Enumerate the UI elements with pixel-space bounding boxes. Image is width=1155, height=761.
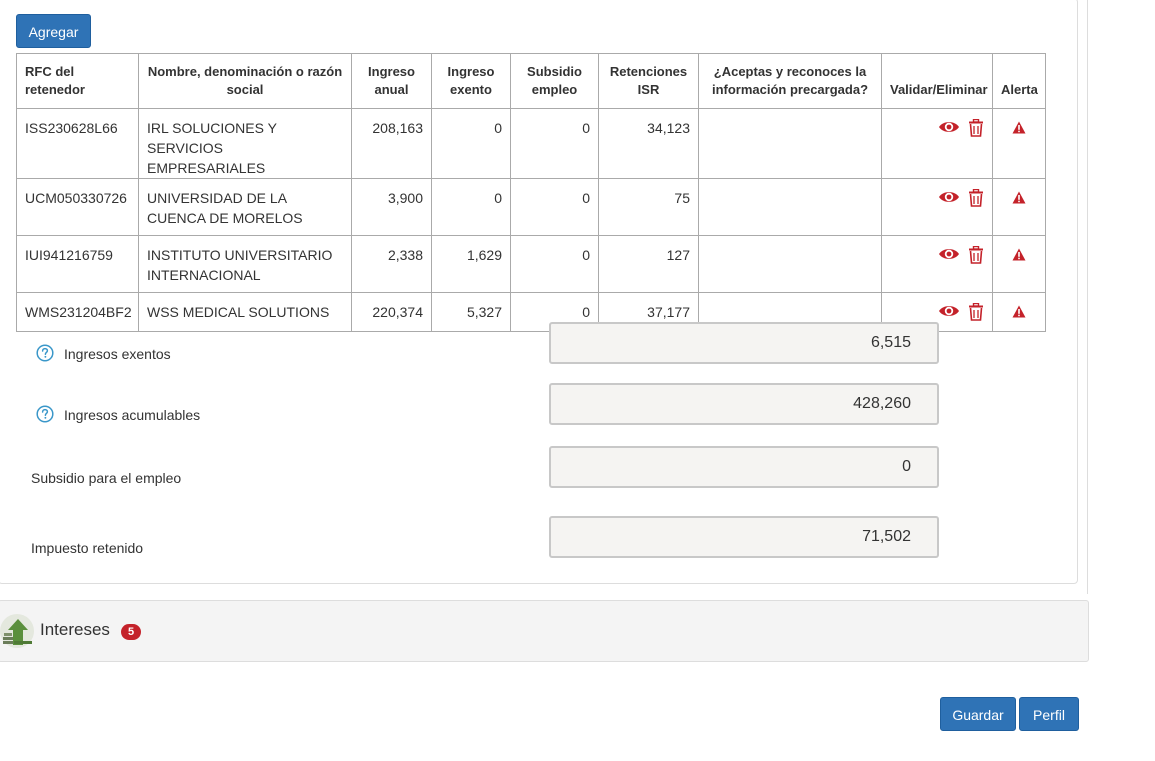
cell-acepta[interactable] <box>698 235 882 293</box>
cell-alert <box>992 292 1046 332</box>
panel-border <box>1087 0 1088 594</box>
cell-rfc: IUI941216759 <box>16 235 139 293</box>
ingresos-acumulables-field: 428,260 <box>549 383 939 425</box>
impuesto-retenido-label: Impuesto retenido <box>31 540 144 556</box>
add-button[interactable]: Agregar <box>16 14 91 48</box>
header-retenciones: Retenciones ISR <box>598 53 699 109</box>
trash-icon[interactable] <box>968 245 984 269</box>
cell-nombre: WSS MEDICAL SOLUTIONS <box>138 292 352 332</box>
cell-alert <box>992 178 1046 236</box>
cell-ingreso-anual: 220,374 <box>351 292 432 332</box>
cell-ingreso-anual: 3,900 <box>351 178 432 236</box>
eye-icon[interactable] <box>938 303 960 324</box>
ingresos-acumulables-label: Ingresos acumulables <box>64 407 201 423</box>
cell-actions <box>881 235 993 293</box>
warning-icon[interactable] <box>1012 189 1026 209</box>
header-validar: Validar/Eliminar <box>881 53 993 109</box>
help-circle-icon[interactable] <box>36 405 54 423</box>
table-row: ISS230628L66 IRL SOLUCIONES Y SERVICIOS … <box>16 108 1046 179</box>
save-button[interactable]: Guardar <box>940 697 1016 731</box>
intereses-section-header[interactable]: Intereses 5 <box>0 600 1089 662</box>
header-ingreso-exento: Ingreso exento <box>431 53 511 109</box>
cell-subsidio: 0 <box>510 108 599 179</box>
subsidio-empleo-label: Subsidio para el empleo <box>31 470 182 486</box>
eye-icon[interactable] <box>938 119 960 140</box>
cell-retenciones: 75 <box>598 178 699 236</box>
cell-ingreso-exento: 0 <box>431 178 511 236</box>
cell-nombre: INSTITUTO UNIVERSITARIO INTERNACIONAL <box>138 235 352 293</box>
cell-nombre: IRL SOLUCIONES Y SERVICIOS EMPRESARIALES <box>138 108 352 179</box>
cell-rfc: UCM050330726 <box>16 178 139 236</box>
cell-rfc: ISS230628L66 <box>16 108 139 179</box>
cell-nombre: UNIVERSIDAD DE LA CUENCA DE MORELOS <box>138 178 352 236</box>
warning-icon[interactable] <box>1012 246 1026 266</box>
cell-actions <box>881 178 993 236</box>
cell-rfc: WMS231204BF2 <box>16 292 139 332</box>
profile-button[interactable]: Perfil <box>1019 697 1079 731</box>
eye-icon[interactable] <box>938 189 960 210</box>
intereses-count-badge: 5 <box>121 624 141 640</box>
table-header-row: RFC del retenedor Nombre, denominación o… <box>16 53 1046 109</box>
cell-alert <box>992 235 1046 293</box>
cell-subsidio: 0 <box>510 178 599 236</box>
ingresos-exentos-label: Ingresos exentos <box>64 346 171 362</box>
trash-icon[interactable] <box>968 118 984 142</box>
header-alerta: Alerta <box>992 53 1046 109</box>
cell-ingreso-exento: 5,327 <box>431 292 511 332</box>
table-row: UCM050330726 UNIVERSIDAD DE LA CUENCA DE… <box>16 178 1046 236</box>
cell-retenciones: 127 <box>598 235 699 293</box>
header-ingreso-anual: Ingreso anual <box>351 53 432 109</box>
help-circle-icon[interactable] <box>36 344 54 362</box>
header-acepta: ¿Aceptas y reconoces la información prec… <box>698 53 882 109</box>
header-nombre: Nombre, denominación o razón social <box>138 53 352 109</box>
subsidio-empleo-field: 0 <box>549 446 939 488</box>
trash-icon[interactable] <box>968 302 984 326</box>
warning-icon[interactable] <box>1012 119 1026 139</box>
eye-icon[interactable] <box>938 246 960 267</box>
cell-subsidio: 0 <box>510 235 599 293</box>
impuesto-retenido-field: 71,502 <box>549 516 939 558</box>
cell-ingreso-anual: 208,163 <box>351 108 432 179</box>
cell-ingreso-anual: 2,338 <box>351 235 432 293</box>
warning-icon[interactable] <box>1012 303 1026 323</box>
cell-retenciones: 34,123 <box>598 108 699 179</box>
cell-actions <box>881 108 993 179</box>
cell-acepta[interactable] <box>698 108 882 179</box>
header-subsidio: Subsidio empleo <box>510 53 599 109</box>
trash-icon[interactable] <box>968 188 984 212</box>
cell-ingreso-exento: 0 <box>431 108 511 179</box>
cell-alert <box>992 108 1046 179</box>
interest-growth-icon <box>0 613 35 652</box>
cell-ingreso-exento: 1,629 <box>431 235 511 293</box>
cell-acepta[interactable] <box>698 178 882 236</box>
table-row: IUI941216759 INSTITUTO UNIVERSITARIO INT… <box>16 235 1046 293</box>
header-rfc: RFC del retenedor <box>16 53 139 109</box>
ingresos-exentos-field: 6,515 <box>549 322 939 364</box>
intereses-title: Intereses <box>40 620 110 639</box>
retentions-table: RFC del retenedor Nombre, denominación o… <box>16 53 1046 332</box>
